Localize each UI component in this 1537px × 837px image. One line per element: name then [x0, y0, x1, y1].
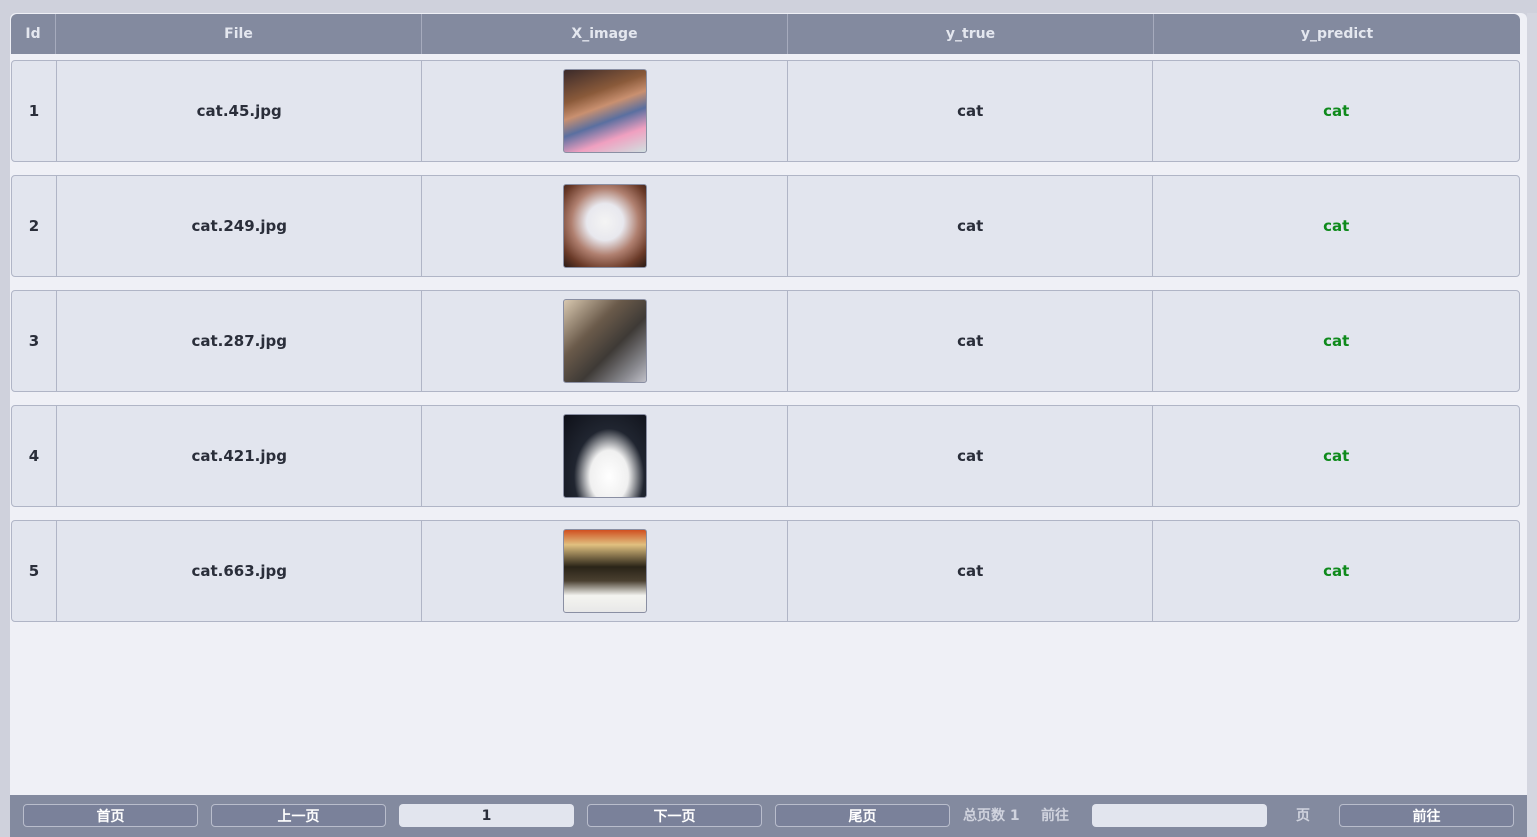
cell-image [422, 406, 788, 506]
last-page-button[interactable]: 尾页 [775, 804, 950, 827]
cell-id: 4 [12, 406, 57, 506]
cell-image [422, 176, 788, 276]
cell-y-predict: cat [1323, 447, 1350, 465]
cell-file: cat.45.jpg [57, 61, 423, 161]
table-row: 3 cat.287.jpg cat cat [11, 290, 1520, 392]
cell-id: 5 [12, 521, 57, 621]
scrollbar[interactable] [1527, 13, 1537, 837]
prev-page-button[interactable]: 上一页 [211, 804, 386, 827]
table-row: 1 cat.45.jpg cat cat [11, 60, 1520, 162]
header-y-true: y_true [788, 14, 1154, 54]
current-page-indicator: 1 [399, 804, 574, 827]
cell-file: cat.249.jpg [57, 176, 423, 276]
first-page-button[interactable]: 首页 [23, 804, 198, 827]
cell-y-predict: cat [1323, 332, 1350, 350]
goto-prefix-label: 前往 [1041, 808, 1069, 824]
cell-y-predict: cat [1323, 562, 1350, 580]
goto-suffix-label: 页 [1296, 808, 1310, 824]
pagination-bar: 首页 上一页 1 下一页 尾页 总页数 1 前往 页 前往 [10, 795, 1527, 837]
cat-photo-icon [562, 184, 647, 268]
total-pages-text: 总页数 1 [963, 808, 1020, 824]
cell-y-true: cat [788, 61, 1154, 161]
cell-y-predict: cat [1323, 217, 1350, 235]
cell-y-true: cat [788, 176, 1154, 276]
next-page-button[interactable]: 下一页 [587, 804, 762, 827]
table-header: Id File X_image y_true y_predict [11, 14, 1520, 54]
cell-y-predict: cat [1323, 102, 1350, 120]
cell-image [422, 291, 788, 391]
cell-y-true: cat [788, 406, 1154, 506]
cell-image [422, 521, 788, 621]
cell-id: 2 [12, 176, 57, 276]
table-row: 5 cat.663.jpg cat cat [11, 520, 1520, 622]
cat-photo-icon [562, 414, 647, 498]
goto-page-input[interactable] [1092, 804, 1267, 827]
cat-photo-icon [562, 69, 647, 153]
header-x-image: X_image [422, 14, 788, 54]
cat-photo-icon [562, 529, 647, 613]
cell-id: 3 [12, 291, 57, 391]
cell-y-true: cat [788, 521, 1154, 621]
results-panel: Id File X_image y_true y_predict 1 cat.4… [10, 13, 1527, 837]
cell-file: cat.663.jpg [57, 521, 423, 621]
cell-image [422, 61, 788, 161]
table-row: 2 cat.249.jpg cat cat [11, 175, 1520, 277]
header-id: Id [11, 14, 56, 54]
cat-photo-icon [562, 299, 647, 383]
header-y-predict: y_predict [1300, 26, 1374, 42]
cell-id: 1 [12, 61, 57, 161]
table-body: 1 cat.45.jpg cat cat 2 cat.249.jpg cat c… [11, 60, 1520, 635]
table-row: 4 cat.421.jpg cat cat [11, 405, 1520, 507]
header-file: File [56, 14, 422, 54]
cell-file: cat.421.jpg [57, 406, 423, 506]
goto-button[interactable]: 前往 [1339, 804, 1514, 827]
cell-file: cat.287.jpg [57, 291, 423, 391]
cell-y-true: cat [788, 291, 1154, 391]
